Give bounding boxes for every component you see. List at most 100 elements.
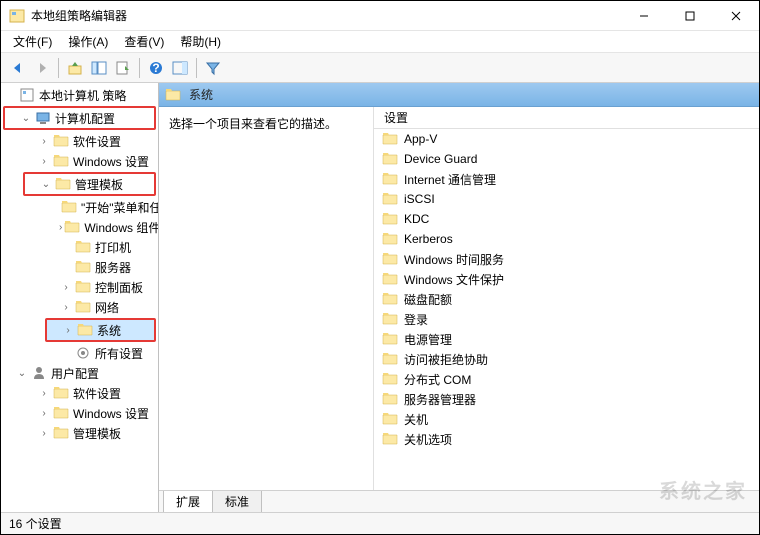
up-button[interactable] <box>64 57 86 79</box>
list-item-label: iSCSI <box>404 192 435 206</box>
expand-icon[interactable]: › <box>37 154 51 168</box>
menu-action[interactable]: 操作(A) <box>60 31 116 52</box>
list-item-label: Windows 文件保护 <box>404 271 504 288</box>
tree-label: 管理模板 <box>71 425 121 442</box>
collapse-icon[interactable]: ⌄ <box>39 177 53 191</box>
settings-icon <box>75 345 91 361</box>
list-item-label: 关机 <box>404 411 428 428</box>
menu-help[interactable]: 帮助(H) <box>172 31 229 52</box>
folder-icon <box>53 426 69 440</box>
back-button[interactable] <box>7 57 29 79</box>
expand-icon[interactable]: › <box>59 300 73 314</box>
list-item[interactable]: App-V <box>374 129 759 149</box>
expand-icon[interactable]: › <box>37 134 51 148</box>
list-item[interactable]: Internet 通信管理 <box>374 169 759 189</box>
collapse-icon[interactable]: ⌄ <box>19 111 33 125</box>
tree-windows-settings[interactable]: › Windows 设置 <box>1 151 158 171</box>
folder-icon <box>382 172 398 186</box>
app-icon <box>9 8 25 24</box>
list-item[interactable]: 磁盘配额 <box>374 289 759 309</box>
tree-u-windows[interactable]: › Windows 设置 <box>1 403 158 423</box>
tree-u-software[interactable]: › 软件设置 <box>1 383 158 403</box>
tab-standard[interactable]: 标准 <box>212 491 262 512</box>
folder-icon <box>77 323 93 337</box>
folder-icon <box>75 280 91 294</box>
show-hide-tree-button[interactable] <box>88 57 110 79</box>
tree-u-admin[interactable]: › 管理模板 <box>1 423 158 443</box>
tree-label: Windows 设置 <box>71 153 149 170</box>
list-item[interactable]: 访问被拒绝协助 <box>374 349 759 369</box>
tree-label: 用户配置 <box>49 365 99 382</box>
list-item[interactable]: Windows 文件保护 <box>374 269 759 289</box>
help-button[interactable]: ? <box>145 57 167 79</box>
tree-label: 计算机配置 <box>53 110 115 127</box>
tree-label: 软件设置 <box>71 133 121 150</box>
header-title: 系统 <box>187 86 213 103</box>
tree-start-menu[interactable]: "开始"菜单和任务栏 <box>1 197 158 217</box>
tree-system[interactable]: › 系统 <box>47 320 154 340</box>
tree-user-config[interactable]: ⌄ 用户配置 <box>1 363 158 383</box>
list-item[interactable]: Kerberos <box>374 229 759 249</box>
tree-computer-config[interactable]: ⌄ 计算机配置 <box>5 108 154 128</box>
list-item-label: 访问被拒绝协助 <box>404 351 488 368</box>
expand-icon[interactable]: › <box>37 426 51 440</box>
minimize-button[interactable] <box>621 1 667 31</box>
list-item[interactable]: Device Guard <box>374 149 759 169</box>
right-panel: 系统 选择一个项目来查看它的描述。 设置 App-VDevice GuardIn… <box>159 83 759 512</box>
expand-icon[interactable]: › <box>59 280 73 294</box>
list-item-label: Internet 通信管理 <box>404 171 496 188</box>
expand-icon[interactable]: › <box>61 323 75 337</box>
user-icon <box>31 365 47 381</box>
column-header-settings[interactable]: 设置 <box>384 109 408 126</box>
expand-icon[interactable]: › <box>37 386 51 400</box>
tree-windows-components[interactable]: › Windows 组件 <box>1 217 158 237</box>
folder-icon <box>75 260 91 274</box>
list-item[interactable]: 分布式 COM <box>374 369 759 389</box>
tab-extended[interactable]: 扩展 <box>163 491 213 512</box>
tree-label: 网络 <box>93 299 119 316</box>
collapse-icon[interactable]: ⌄ <box>15 366 29 380</box>
folder-icon <box>382 212 398 226</box>
tree-all-settings[interactable]: 所有设置 <box>1 343 158 363</box>
menubar: 文件(F) 操作(A) 查看(V) 帮助(H) <box>1 31 759 53</box>
expand-icon[interactable]: › <box>37 406 51 420</box>
folder-icon <box>382 312 398 326</box>
list-item[interactable]: Windows 时间服务 <box>374 249 759 269</box>
tree-software-settings[interactable]: › 软件设置 <box>1 131 158 151</box>
show-hide-action-button[interactable] <box>169 57 191 79</box>
tree-root[interactable]: 本地计算机 策略 <box>1 85 158 105</box>
list-item-label: App-V <box>404 132 437 146</box>
list-body[interactable]: App-V Device Guard Internet 通信管理 iSCSI KDCKe… <box>374 129 759 490</box>
folder-icon <box>382 152 398 166</box>
tree-printers[interactable]: 打印机 <box>1 237 158 257</box>
list-item[interactable]: iSCSI <box>374 189 759 209</box>
folder-icon <box>382 252 398 266</box>
forward-button[interactable] <box>31 57 53 79</box>
list-item[interactable]: 关机选项 <box>374 429 759 449</box>
close-button[interactable] <box>713 1 759 31</box>
list-item-label: 关机选项 <box>404 431 452 448</box>
toolbar-separator <box>196 58 197 78</box>
folder-icon <box>55 177 71 191</box>
tree-server[interactable]: 服务器 <box>1 257 158 277</box>
menu-file[interactable]: 文件(F) <box>5 31 60 52</box>
tree-label: 控制面板 <box>93 279 143 296</box>
list-item[interactable]: KDC <box>374 209 759 229</box>
filter-button[interactable] <box>202 57 224 79</box>
list-item[interactable]: 服务器管理器 <box>374 389 759 409</box>
tree-control-panel[interactable]: › 控制面板 <box>1 277 158 297</box>
tree-panel[interactable]: 本地计算机 策略 ⌄ 计算机配置 › 软件设置 › Windows 设置 <box>1 83 159 512</box>
tree-admin-templates[interactable]: ⌄ 管理模板 <box>25 174 154 194</box>
list-item[interactable]: 电源管理 <box>374 329 759 349</box>
folder-icon <box>382 232 398 246</box>
svg-text:?: ? <box>152 61 159 75</box>
maximize-button[interactable] <box>667 1 713 31</box>
list-item[interactable]: 登录 <box>374 309 759 329</box>
list-header[interactable]: 设置 <box>374 107 759 129</box>
export-list-button[interactable] <box>112 57 134 79</box>
expand-icon[interactable] <box>3 88 17 102</box>
expand-icon[interactable]: › <box>59 220 62 234</box>
tree-network[interactable]: › 网络 <box>1 297 158 317</box>
list-item[interactable]: 关机 <box>374 409 759 429</box>
menu-view[interactable]: 查看(V) <box>116 31 172 52</box>
